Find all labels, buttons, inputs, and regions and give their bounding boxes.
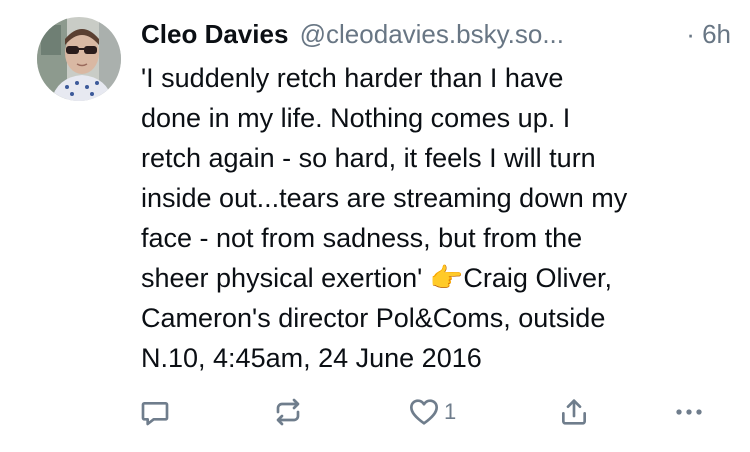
post-text: 'I suddenly retch harder than I have don…: [141, 63, 628, 373]
share-button[interactable]: [558, 394, 590, 430]
repost-icon: [276, 398, 300, 426]
more-options-button[interactable]: [671, 394, 707, 430]
reply-button[interactable]: [139, 394, 171, 430]
avatar[interactable]: [37, 17, 121, 101]
author-display-name[interactable]: Cleo Davies: [141, 19, 288, 49]
avatar-photo-icon: [37, 17, 121, 101]
heart-icon: [410, 399, 438, 425]
author-handle[interactable]: @cleodavies.bsky.so...: [300, 19, 564, 49]
post-header: Cleo Davies @cleodavies.bsky.so... · 6h: [141, 16, 731, 52]
more-icon: [676, 409, 702, 415]
like-count: 1: [444, 399, 457, 424]
like-button[interactable]: 1: [408, 394, 456, 430]
repost-button[interactable]: [272, 394, 304, 430]
share-icon: [562, 399, 586, 425]
reply-icon: [141, 402, 169, 426]
post-time[interactable]: · 6h: [686, 16, 731, 52]
post[interactable]: Cleo Davies @cleodavies.bsky.so... · 6h …: [0, 0, 750, 452]
post-actions: 1: [0, 388, 750, 436]
